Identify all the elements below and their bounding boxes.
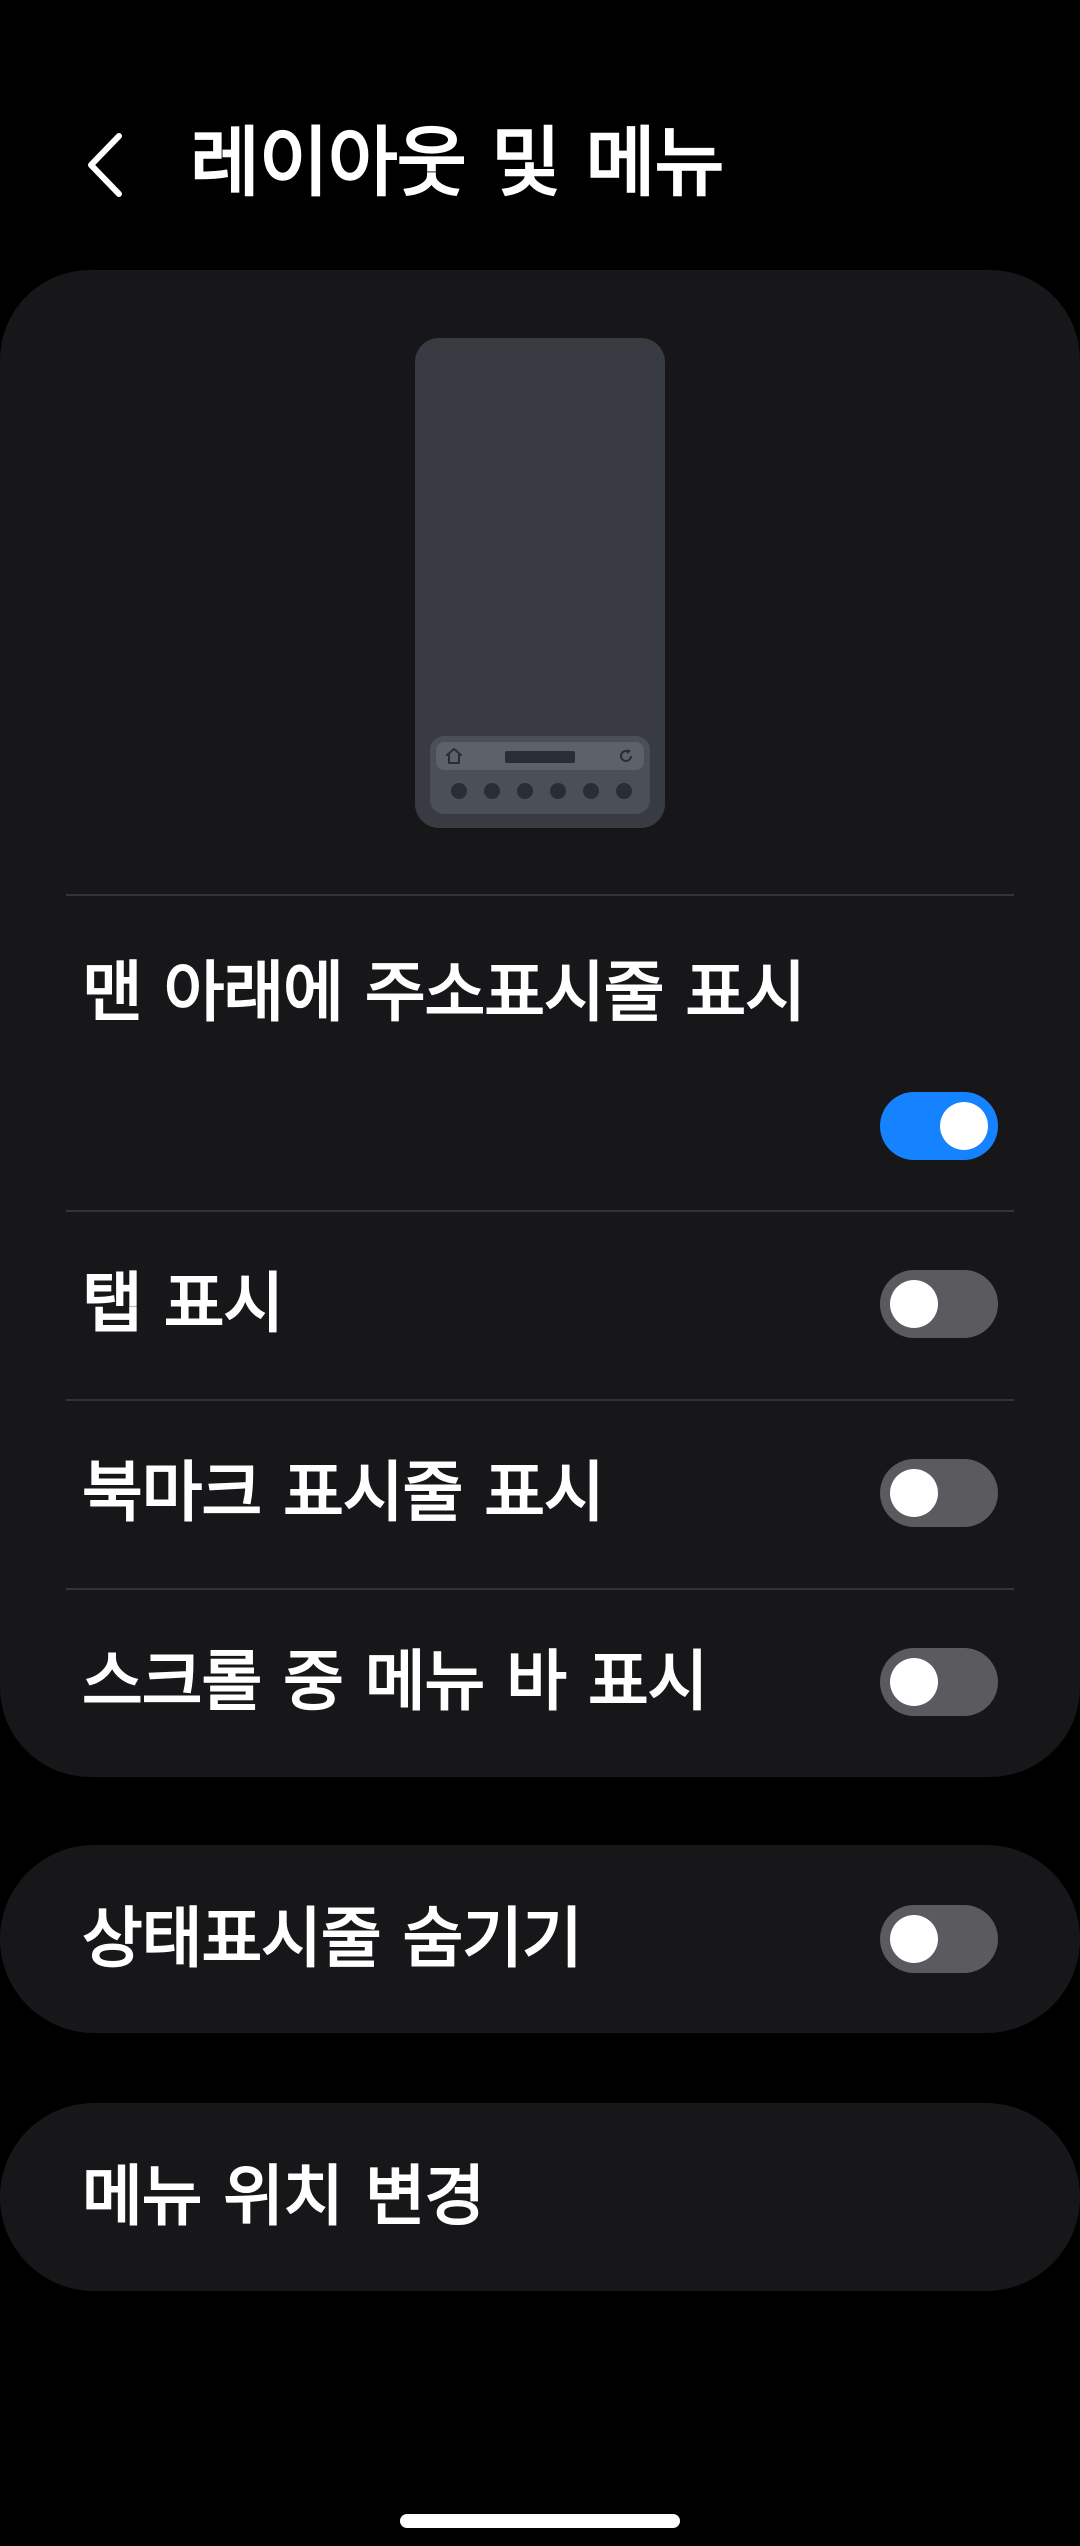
preview-address-bar xyxy=(436,742,644,770)
hide-status-bar-label: 상태표시줄 숨기기 xyxy=(82,1900,583,1977)
divider xyxy=(66,1588,1014,1590)
bookmark-bar-toggle[interactable] xyxy=(880,1459,998,1527)
menu-bar-scroll-label: 스크롤 중 메뉴 바 표시 xyxy=(82,1643,708,1720)
toggle-knob xyxy=(890,1915,938,1963)
toggle-knob xyxy=(940,1102,988,1150)
bookmark-bar-label: 북마크 표시줄 표시 xyxy=(82,1454,605,1531)
preview-bottom-bar xyxy=(430,736,650,814)
layout-preview xyxy=(415,338,665,828)
preview-menu-icons xyxy=(430,783,650,801)
preview-menu-dot xyxy=(517,783,533,799)
toggle-knob xyxy=(890,1280,938,1328)
divider xyxy=(66,1399,1014,1401)
menu-bar-scroll-toggle[interactable] xyxy=(880,1648,998,1716)
change-menu-position-label: 메뉴 위치 변경 xyxy=(82,2158,485,2235)
preview-menu-dot xyxy=(583,783,599,799)
hide-status-bar-toggle[interactable] xyxy=(880,1905,998,1973)
preview-menu-dot xyxy=(550,783,566,799)
toggle-knob xyxy=(890,1658,938,1706)
divider xyxy=(66,1210,1014,1212)
preview-menu-dot xyxy=(484,783,500,799)
show-tabs-toggle[interactable] xyxy=(880,1270,998,1338)
back-button[interactable] xyxy=(70,120,140,210)
page-title: 레이아웃 및 메뉴 xyxy=(190,118,724,207)
header: 레이아웃 및 메뉴 xyxy=(0,0,1080,270)
preview-menu-dot xyxy=(451,783,467,799)
refresh-icon xyxy=(620,749,632,762)
preview-menu-dot xyxy=(616,783,632,799)
show-tabs-label: 탭 표시 xyxy=(82,1265,284,1342)
divider xyxy=(66,894,1014,896)
preview-url-field xyxy=(505,751,575,763)
home-icon xyxy=(446,748,462,764)
home-indicator[interactable] xyxy=(400,2514,680,2528)
address-bar-bottom-label: 맨 아래에 주소표시줄 표시 xyxy=(82,954,806,1031)
chevron-left-icon xyxy=(88,133,122,197)
toggle-knob xyxy=(890,1469,938,1517)
address-bar-bottom-toggle[interactable] xyxy=(880,1092,998,1160)
